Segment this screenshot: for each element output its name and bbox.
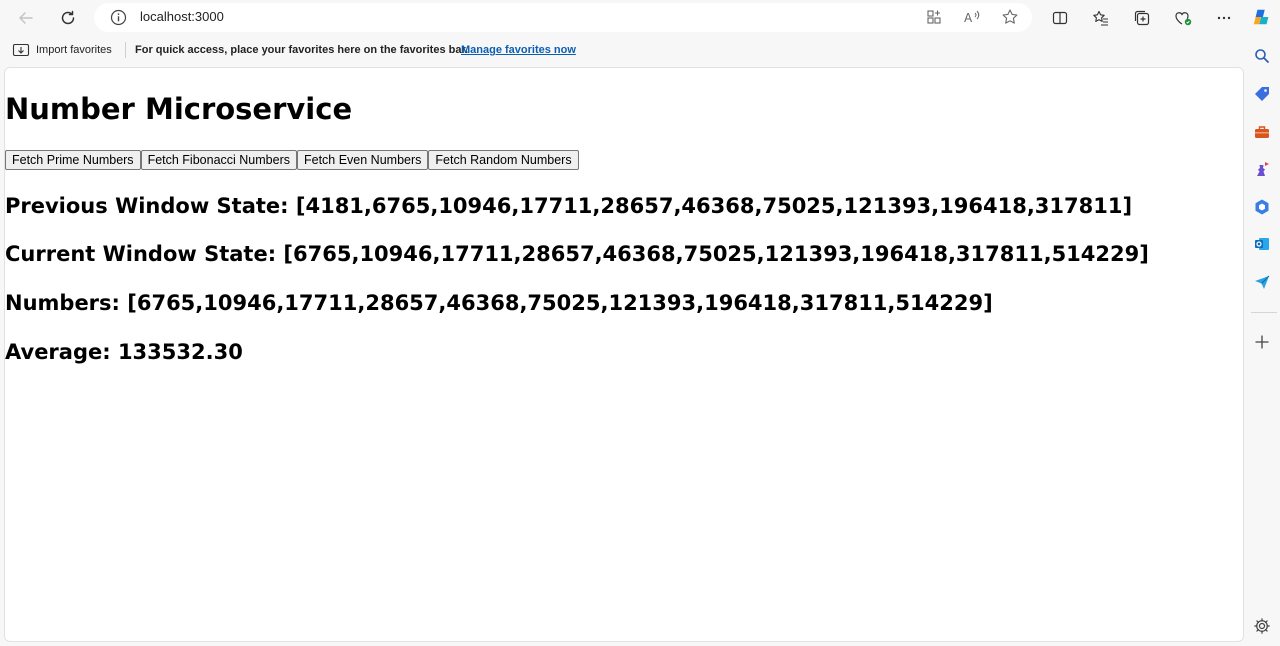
favorites-message: For quick access, place your favorites h… [135, 44, 469, 56]
sidebar-tools-button[interactable] [1252, 122, 1272, 142]
fetch-button-row: Fetch Prime Numbers Fetch Fibonacci Numb… [5, 150, 579, 170]
favorites-list-icon [1093, 10, 1108, 26]
favorites-divider [125, 42, 126, 58]
fetch-fibonacci-button[interactable]: Fetch Fibonacci Numbers [140, 150, 297, 170]
m365-icon [1255, 199, 1269, 215]
svg-text:A: A [964, 11, 973, 25]
copilot-button[interactable] [1252, 7, 1272, 27]
sidebar-outlook-button[interactable] [1252, 234, 1272, 254]
address-bar-actions: A [924, 7, 1020, 27]
browser-essentials-button[interactable] [1167, 2, 1199, 34]
search-icon [1255, 49, 1269, 63]
sidebar-games-button[interactable] [1252, 159, 1272, 179]
settings-icon [1254, 618, 1270, 634]
more-options-icon [1217, 16, 1231, 20]
sidebar-m365-button[interactable] [1252, 197, 1272, 217]
collections-icon [1134, 10, 1150, 26]
outlook-icon [1255, 238, 1269, 250]
browser-essentials-icon [1175, 12, 1192, 26]
sidebar-shopping-button[interactable] [1252, 84, 1272, 104]
copilot-icon [1253, 9, 1269, 25]
sidebar-search-button[interactable] [1252, 46, 1272, 66]
favorite-star-icon[interactable] [1000, 7, 1020, 27]
tools-icon [1255, 126, 1269, 138]
read-aloud-icon[interactable]: A [962, 7, 982, 27]
fetch-random-button[interactable]: Fetch Random Numbers [428, 150, 579, 170]
sidebar-send-button[interactable] [1252, 272, 1272, 292]
back-button[interactable] [10, 2, 42, 34]
sidebar-divider [1251, 312, 1277, 313]
sidebar-add-button[interactable] [1252, 332, 1272, 352]
previous-window-state: Previous Window State: [4181,6765,10946,… [5, 194, 1133, 218]
reload-icon [61, 10, 75, 25]
shopping-tag-icon [1255, 87, 1269, 101]
favorites-button[interactable] [1085, 2, 1117, 34]
info-icon[interactable] [110, 9, 127, 26]
address-bar[interactable]: localhost:3000 A [94, 3, 1032, 32]
average-value: Average: 133532.30 [5, 340, 243, 364]
sidebar-settings-button[interactable] [1252, 616, 1272, 636]
import-favorites-label: Import favorites [36, 44, 112, 56]
app-available-icon[interactable] [924, 7, 944, 27]
page-viewport: Number Microservice Fetch Prime Numbers … [4, 67, 1244, 642]
numbers-list: Numbers: [6765,10946,17711,28657,46368,7… [5, 291, 993, 315]
split-screen-icon [1052, 11, 1068, 25]
fetch-prime-button[interactable]: Fetch Prime Numbers [5, 150, 141, 170]
browser-window: localhost:3000 A Import favorites For qu… [0, 0, 1280, 646]
import-favorites-icon [12, 43, 30, 57]
split-screen-button[interactable] [1044, 2, 1076, 34]
current-window-state: Current Window State: [6765,10946,17711,… [5, 242, 1149, 266]
fetch-even-button[interactable]: Fetch Even Numbers [296, 150, 429, 170]
url-text[interactable]: localhost:3000 [140, 9, 224, 24]
back-arrow-icon [19, 12, 33, 24]
games-icon [1257, 162, 1269, 176]
import-favorites-button[interactable]: Import favorites [12, 42, 112, 58]
toolbar-right-actions [1044, 2, 1240, 34]
add-icon [1255, 335, 1269, 349]
manage-favorites-link[interactable]: Manage favorites now [461, 44, 576, 56]
browser-toolbar: localhost:3000 A [0, 0, 1244, 36]
edge-sidebar [1244, 0, 1280, 646]
favorites-bar: Import favorites For quick access, place… [0, 38, 1244, 62]
collections-button[interactable] [1126, 2, 1158, 34]
send-icon [1255, 275, 1270, 289]
page-title: Number Microservice [5, 92, 353, 126]
reload-button[interactable] [52, 2, 84, 34]
more-options-button[interactable] [1208, 2, 1240, 34]
